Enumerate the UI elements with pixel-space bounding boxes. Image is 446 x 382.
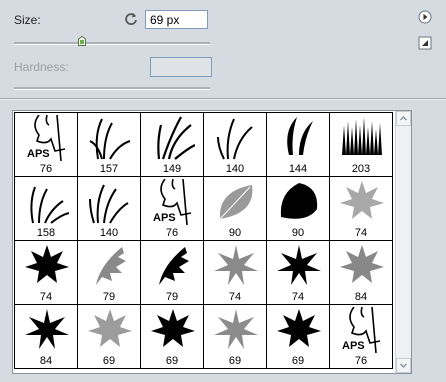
size-slider-thumb[interactable] [78,36,86,46]
brush-size-label: 69 [165,355,179,367]
brush-preset[interactable]: 74 [329,176,393,241]
oak-leaf-icon [96,247,126,285]
size-input[interactable] [145,10,208,29]
grass-icon [89,184,129,224]
brush-size-label: 144 [288,163,308,175]
brush-size-label: 76 [39,163,53,175]
brush-size-label: 69 [228,355,242,367]
brush-preset[interactable]: 84 [329,240,393,305]
maple-leaf-icon [88,309,132,347]
scroll-down-button[interactable] [396,358,411,373]
grass-icon [287,117,313,155]
scrollbar[interactable] [395,111,411,373]
resize-icon[interactable] [418,36,432,50]
brush-preset[interactable]: 69 [266,304,330,369]
brush-grid: APS 76 157 149 140 144 203 158 140 APS 76 90 90 74 74 7… [14,112,393,369]
brush-preset[interactable]: 90 [266,176,330,241]
brush-size-label: 69 [102,355,116,367]
brush-size-label: 74 [228,291,242,303]
brush-preset[interactable]: 79 [77,240,141,305]
grass-icon [217,118,253,160]
maple-leaf-icon [340,245,384,283]
divider [0,98,446,100]
face-sketch-icon: APS [342,307,381,353]
brush-size-label: 74 [39,291,53,303]
face-sketch-icon: APS [27,115,66,161]
reset-icon[interactable] [124,12,138,26]
maple-leaf-icon [151,309,195,347]
brush-preset[interactable]: 69 [140,304,204,369]
brush-preset[interactable]: 74 [203,240,267,305]
scroll-up-button[interactable] [396,111,411,126]
brush-preset[interactable]: 144 [266,112,330,177]
maple-leaf-icon [277,309,321,347]
brush-size-label: 140 [99,227,119,239]
size-label: Size: [14,13,41,27]
brush-preset[interactable]: 84 [14,304,78,369]
maple-leaf-icon [25,245,69,283]
hardness-label: Hardness: [14,60,69,74]
brush-size-label: 69 [291,355,305,367]
hardness-slider-track [14,87,210,90]
brush-preset[interactable]: APS 76 [329,304,393,369]
brush-size-label: 74 [291,291,305,303]
oak-leaf-icon [159,247,189,285]
brush-preset[interactable]: 69 [77,304,141,369]
grass-icon [157,116,195,160]
hardness-input [150,57,212,77]
brush-preset[interactable]: APS 76 [14,112,78,177]
grass-icon [89,118,131,160]
brush-preset[interactable]: 69 [203,304,267,369]
size-slider-track[interactable] [14,42,210,45]
brush-preset[interactable]: 157 [77,112,141,177]
brush-preset[interactable]: 140 [77,176,141,241]
brush-preset[interactable]: APS 76 [140,176,204,241]
brush-size-label: 149 [162,163,182,175]
brush-size-label: 84 [354,291,368,303]
svg-text:APS: APS [153,212,176,224]
brush-preset[interactable]: 74 [14,240,78,305]
brush-preset[interactable]: 203 [329,112,393,177]
brush-picker: APS 76 157 149 140 144 203 158 140 APS 76 90 90 74 74 7… [12,110,412,374]
brush-size-label: 84 [39,355,53,367]
brush-preset[interactable]: 79 [140,240,204,305]
brush-size-label: 158 [36,227,56,239]
leaf-icon [280,183,318,219]
brush-size-label: 90 [291,227,305,239]
brush-preset[interactable]: 140 [203,112,267,177]
brush-size-label: 157 [99,163,119,175]
brush-preset[interactable]: 90 [203,176,267,241]
brush-size-label: 74 [354,227,368,239]
brush-size-label: 79 [102,291,116,303]
svg-text:APS: APS [342,340,365,352]
face-sketch-icon: APS [153,179,192,225]
leaf-icon [219,185,253,220]
brush-size-label: 90 [228,227,242,239]
svg-text:APS: APS [27,148,50,160]
brush-size-label: 79 [165,291,179,303]
brush-preset[interactable]: 158 [14,176,78,241]
panel-menu-icon[interactable] [418,10,432,24]
brush-preset[interactable]: 74 [266,240,330,305]
brush-size-label: 140 [225,163,245,175]
grass-icon [30,186,69,224]
brush-size-label: 76 [354,355,368,367]
dune-grass-icon [342,117,382,155]
maple-leaf-icon [277,245,321,285]
maple-leaf-icon [214,309,258,349]
brush-size-label: 203 [351,163,371,175]
brush-preset[interactable]: 149 [140,112,204,177]
brush-size-label: 76 [165,227,179,239]
maple-leaf-icon [340,181,384,219]
maple-leaf-icon [25,309,69,349]
maple-leaf-icon [214,245,258,285]
